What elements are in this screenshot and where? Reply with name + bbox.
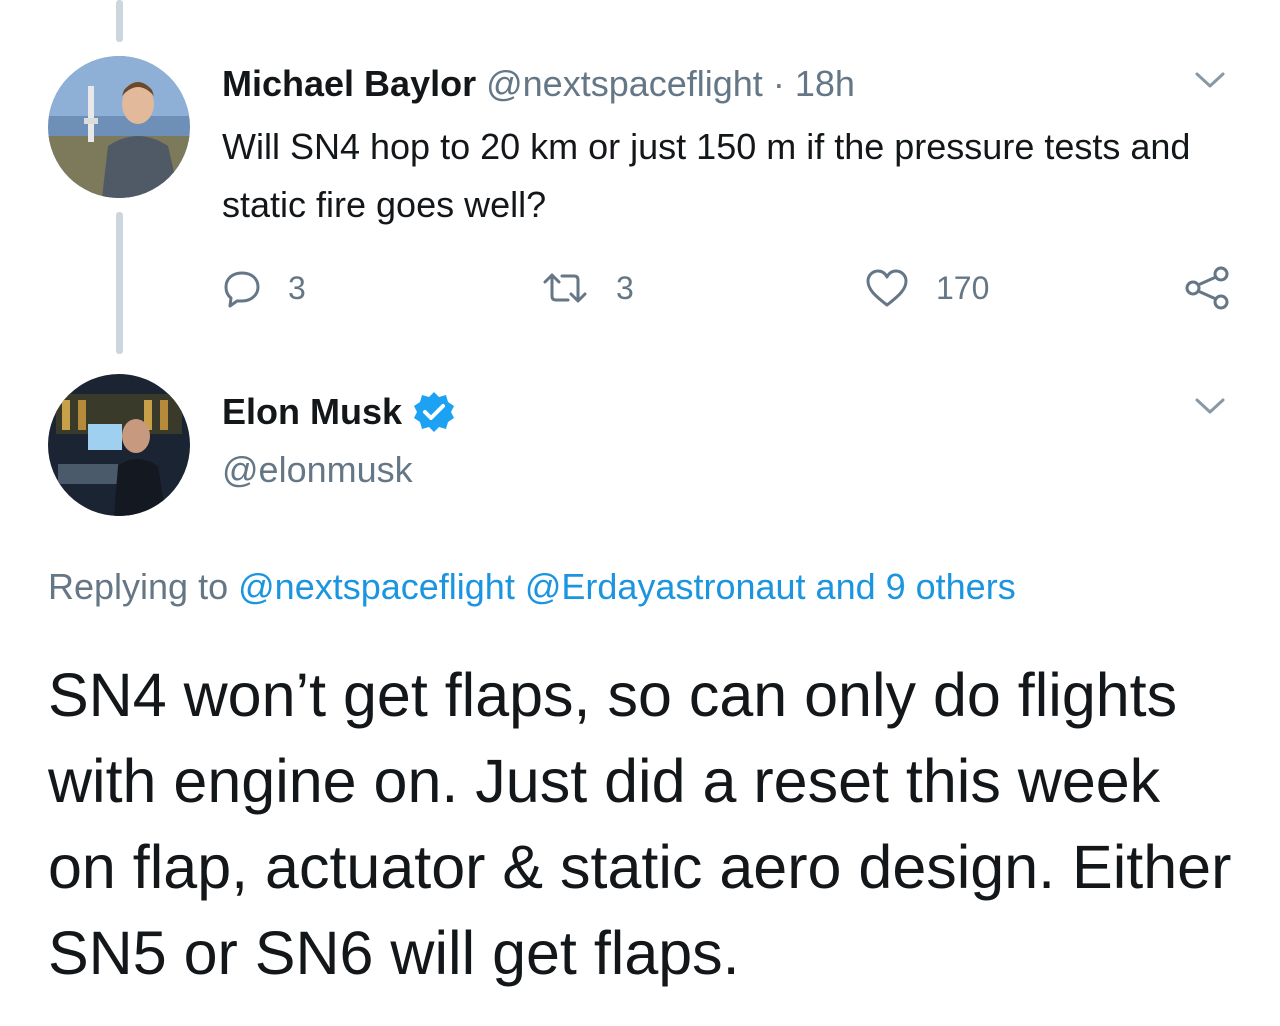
thread-line-top [116,0,123,42]
avatar-photo [48,374,190,516]
tweet-time[interactable]: 18h [795,63,855,104]
chevron-down-icon[interactable] [1192,388,1228,424]
separator-dot: · [772,63,785,104]
like-button[interactable]: 170 [864,262,989,314]
mention-link[interactable]: @nextspaceflight [238,566,515,607]
reply-icon [224,271,260,308]
replying-prefix: Replying to [48,566,229,607]
author-handle[interactable]: @nextspaceflight [486,63,763,104]
reply-count: 3 [288,269,306,306]
others-link[interactable]: and 9 others [816,566,1016,607]
tweet-text: Will SN4 hop to 20 km or just 150 m if t… [222,126,1191,225]
tweet-header: Elon Musk [222,388,456,436]
retweet-button[interactable]: 3 [540,262,634,314]
mention-link[interactable]: @Erdayastronaut [525,566,806,607]
share-icon [1185,266,1229,310]
tweet-header: Michael Baylor @nextspaceflight · 18h [222,60,855,108]
replying-to: Replying to @nextspaceflight @Erdayastro… [48,562,1016,612]
avatar-photo [48,56,190,198]
author-name[interactable]: Michael Baylor [222,63,476,104]
verified-badge-icon [414,392,455,432]
avatar-michael-baylor[interactable] [48,56,190,198]
tweet-text: SN4 won’t get flaps, so can only do flig… [48,661,1232,987]
avatar-elon-musk[interactable] [48,374,190,516]
author-handle[interactable]: @elonmusk [222,446,413,494]
author-name[interactable]: Elon Musk [222,388,402,436]
retweet-count: 3 [616,269,634,306]
heart-icon [866,269,908,307]
like-count: 170 [936,269,990,306]
chevron-down-icon[interactable] [1192,62,1228,98]
tweet-actions: 3 3 170 [222,262,1242,314]
retweet-icon [543,273,587,303]
share-button[interactable] [1182,262,1232,314]
reply-button[interactable]: 3 [222,262,306,314]
thread-line [116,212,123,354]
